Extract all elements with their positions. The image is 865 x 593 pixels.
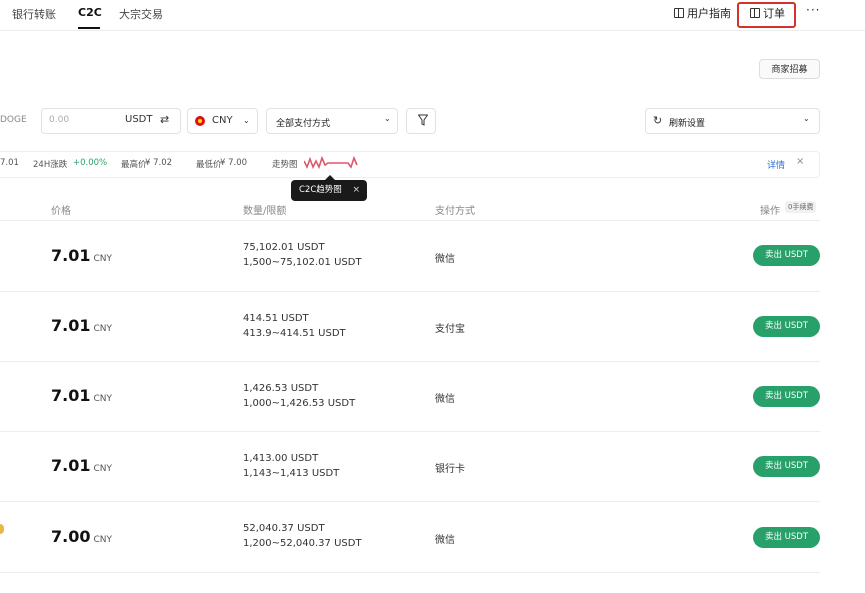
- merchant-recruit-button[interactable]: 商家招募: [759, 59, 820, 79]
- row-payment-method: 银行卡: [435, 464, 465, 475]
- amount-input[interactable]: 0.00 USDT ⇄: [41, 108, 181, 134]
- trend-tooltip: C2C趋势图 ×: [291, 175, 367, 201]
- payment-method-select[interactable]: 全部支付方式 ⌄: [266, 108, 398, 134]
- book-icon: [674, 8, 684, 18]
- row-payment-method: 微信: [435, 254, 455, 265]
- row-price: 7.00 CNY: [51, 527, 112, 546]
- change-label: 24H涨跌: [33, 160, 68, 170]
- last-price-partial: 7.01: [0, 158, 19, 168]
- close-icon[interactable]: ×: [796, 156, 804, 167]
- row-price: 7.01 CNY: [51, 386, 112, 405]
- row-quantity: 75,102.01 USDT 1,500~75,102.01 USDT: [243, 242, 362, 268]
- filter-button[interactable]: [406, 108, 436, 134]
- details-link[interactable]: 详情: [767, 158, 785, 171]
- quantity-column-header: 数量/限额: [243, 206, 287, 217]
- high-value: ¥ 7.02: [145, 158, 173, 168]
- tab-c2c[interactable]: C2C: [78, 6, 102, 19]
- action-column-header: 操作: [760, 206, 780, 217]
- amount-placeholder: 0.00: [49, 115, 70, 125]
- orders-icon: [750, 8, 760, 18]
- row-price: 7.01 CNY: [51, 316, 112, 335]
- low-label: 最低价: [196, 160, 222, 170]
- tooltip-text: C2C趋势图: [299, 185, 342, 195]
- chevron-down-icon: ⌄: [384, 114, 391, 123]
- sell-usdt-button[interactable]: 卖出 USDT: [753, 386, 820, 407]
- sell-usdt-button[interactable]: 卖出 USDT: [753, 245, 820, 266]
- row-divider: [0, 501, 820, 502]
- row-divider: [0, 572, 820, 573]
- orders-label: 订单: [763, 7, 785, 20]
- amount-unit: USDT: [125, 114, 153, 125]
- currency-select[interactable]: CNY ⌄: [187, 108, 258, 134]
- header-divider: [0, 220, 820, 221]
- payment-method-value: 全部支付方式: [276, 119, 331, 129]
- tab-block-trade[interactable]: 大宗交易: [119, 6, 163, 22]
- row-payment-method: 支付宝: [435, 324, 465, 335]
- tab-bank-transfer[interactable]: 银行转账: [12, 6, 56, 22]
- row-quantity: 1,413.00 USDT 1,143~1,413 USDT: [243, 453, 340, 479]
- row-divider: [0, 431, 820, 432]
- refresh-settings-value: 刷新设置: [669, 119, 706, 129]
- row-divider: [0, 291, 820, 292]
- active-tab-indicator: [78, 27, 100, 29]
- filter-icon: [418, 114, 428, 126]
- swap-icon[interactable]: ⇄: [160, 113, 169, 126]
- row-payment-method: 微信: [435, 394, 455, 405]
- price-column-header: 价格: [51, 206, 71, 217]
- row-divider: [0, 361, 820, 362]
- user-guide-link[interactable]: 用户指南: [674, 5, 731, 21]
- refresh-icon: ↻: [653, 114, 663, 127]
- row-quantity: 1,426.53 USDT 1,000~1,426.53 USDT: [243, 383, 356, 409]
- tooltip-close-icon[interactable]: ×: [352, 180, 360, 201]
- avatar: [0, 524, 4, 534]
- zero-fee-badge: 0手续费: [785, 201, 817, 213]
- refresh-settings-select[interactable]: ↻ 刷新设置 ⌄: [645, 108, 820, 134]
- row-quantity: 52,040.37 USDT 1,200~52,040.37 USDT: [243, 523, 362, 549]
- chevron-down-icon: ⌄: [243, 116, 250, 125]
- currency-value: CNY: [212, 115, 233, 126]
- trend-label: 走势图: [272, 160, 298, 170]
- sell-usdt-button[interactable]: 卖出 USDT: [753, 316, 820, 337]
- coin-selector-partial[interactable]: DOGE: [0, 115, 27, 125]
- high-label: 最高价: [121, 160, 147, 170]
- sell-usdt-button[interactable]: 卖出 USDT: [753, 456, 820, 477]
- row-quantity: 414.51 USDT 413.9~414.51 USDT: [243, 313, 346, 339]
- low-value: ¥ 7.00: [220, 158, 248, 168]
- trend-sparkline[interactable]: [304, 155, 358, 171]
- sell-usdt-button[interactable]: 卖出 USDT: [753, 527, 820, 548]
- user-guide-label: 用户指南: [687, 7, 731, 20]
- more-menu-icon[interactable]: ···: [806, 3, 820, 17]
- change-value: +0.00%: [73, 158, 108, 168]
- chevron-down-icon: ⌄: [803, 114, 810, 123]
- row-price: 7.01 CNY: [51, 246, 112, 265]
- row-price: 7.01 CNY: [51, 456, 112, 475]
- payment-column-header: 支付方式: [435, 206, 475, 217]
- orders-button[interactable]: 订单: [750, 5, 785, 21]
- row-payment-method: 微信: [435, 535, 455, 546]
- cny-flag-icon: [195, 116, 205, 126]
